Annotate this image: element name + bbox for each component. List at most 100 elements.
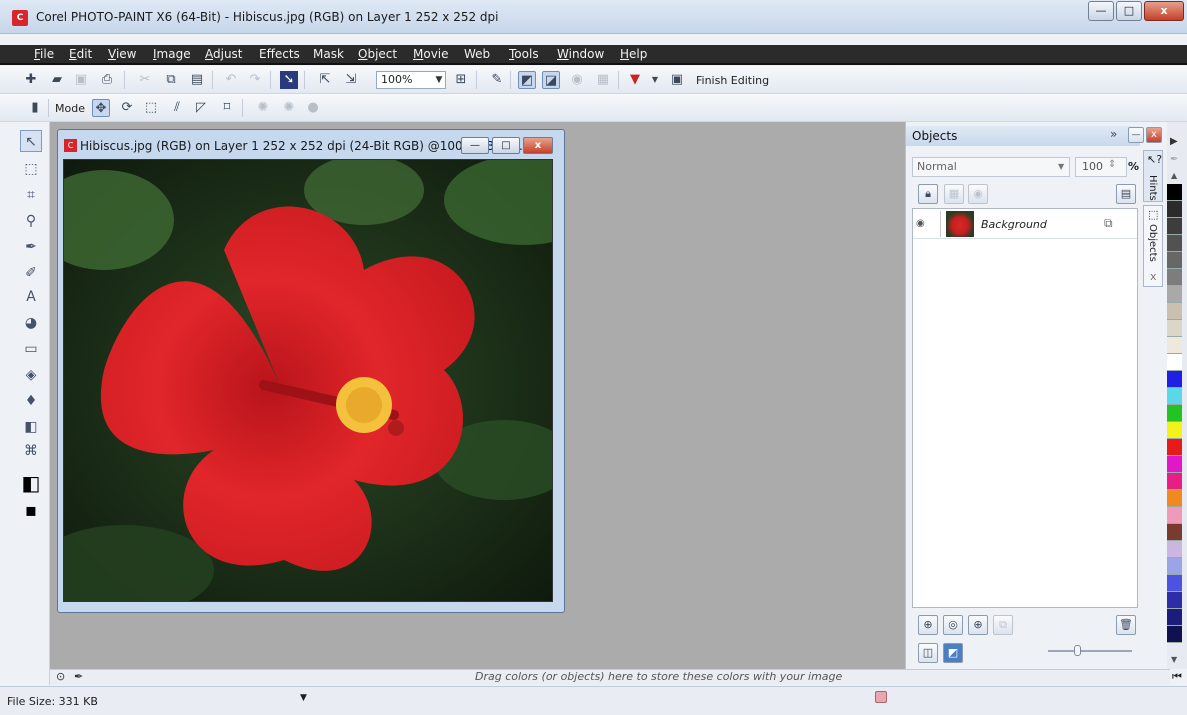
palette-swatch[interactable] [1167,201,1182,218]
menu-effects[interactable]: Effects [259,47,300,61]
new-document-icon[interactable]: ✚ [22,71,40,89]
menu-tools[interactable]: Tools [509,47,539,61]
new-lens-icon[interactable]: ◎ [943,615,963,635]
blend-mode-select[interactable]: Normal [912,157,1070,177]
palette-scroll-up-icon[interactable]: ▲ [1171,171,1177,180]
palette-swatch[interactable] [1167,320,1182,337]
menu-file[interactable]: File [34,47,54,61]
eye-icon[interactable]: ◉ [916,218,928,230]
export-icon[interactable]: ⇱ [316,71,334,89]
close-button[interactable]: x [1144,1,1184,21]
cancel-transform-icon[interactable]: ● [304,99,322,117]
cut-icon[interactable]: ✂ [136,71,154,89]
application-launcher-icon[interactable]: ▼ [626,71,644,89]
color-swatches-icon[interactable]: ◧ [20,472,42,494]
palette-swatch[interactable] [1167,507,1182,524]
chevron-down-icon[interactable]: ▼ [432,71,446,89]
redo-icon[interactable]: ↷ [246,71,264,89]
fill-tool-icon[interactable]: ◈ [20,364,42,386]
menu-window[interactable]: Window [557,47,604,61]
opacity-stepper-icon[interactable]: ⇕ [1108,159,1116,170]
paint-tool-icon[interactable]: ♦ [20,390,42,412]
palette-swatch[interactable] [1167,269,1182,286]
menu-web[interactable]: Web [464,47,490,61]
layer-properties-icon[interactable]: ⧉ [1104,216,1113,231]
distort-mode-icon[interactable]: ◸ [192,99,210,117]
corel-photopaint-icon[interactable]: C [12,10,28,26]
palette-swatch[interactable] [1167,609,1182,626]
new-object-icon[interactable]: ⊕ [918,615,938,635]
image-canvas[interactable] [63,159,553,602]
mask-overlay-icon[interactable]: ◉ [568,71,586,89]
import-icon[interactable]: ➘ [280,71,298,89]
print-icon[interactable]: ⎙ [98,71,116,89]
rectangle-tool-icon[interactable]: ▭ [20,338,42,360]
reset-transform-icon[interactable]: ✺ [280,99,298,117]
tray-flyout-icon[interactable]: ⊙ [56,670,65,683]
minimize-button[interactable]: — [1088,1,1114,21]
palette-swatch[interactable] [1167,371,1182,388]
menu-edit[interactable]: Edit [69,47,92,61]
lock-pixels-icon[interactable]: ◉ [968,184,988,204]
docker-close-button[interactable]: x [1146,127,1162,143]
zoom-tool-icon[interactable]: ⚲ [20,210,42,232]
palette-swatch[interactable] [1167,456,1182,473]
tray-end-icon[interactable]: ⏮ [1172,670,1182,684]
docker-minimize-button[interactable]: — [1128,127,1144,143]
menu-view[interactable]: View [108,47,136,61]
publish-icon[interactable]: ⇲ [342,71,360,89]
palette-scroll-down-icon[interactable]: ▼ [1171,655,1177,664]
palette-swatch[interactable] [1167,626,1182,643]
chevron-down-icon[interactable]: ▼ [300,693,307,703]
menu-image[interactable]: Image [153,47,191,61]
palette-swatch[interactable] [1167,303,1182,320]
crop-tool-icon[interactable]: ⌗ [20,184,42,206]
palette-swatch[interactable] [1167,252,1182,269]
scale-mode-icon[interactable]: ⬚ [142,99,160,117]
lock-icon[interactable]: 🔒︎ [918,184,938,204]
finish-editing-icon[interactable]: ▣ [668,71,686,89]
drop-shadow-tool-icon[interactable]: ⌘ [20,440,42,462]
palette-swatch[interactable] [1167,286,1182,303]
layer-name[interactable]: Background [981,218,1047,231]
open-icon[interactable]: ▰ [48,71,66,89]
menu-mask[interactable]: Mask [313,47,344,61]
palette-flyout-icon[interactable]: ▶ [1170,136,1178,147]
color-proof-indicator-icon[interactable] [875,691,887,703]
chevron-down-icon[interactable]: ▼ [1058,157,1070,177]
menu-help[interactable]: Help [620,47,647,61]
object-mask-icon[interactable]: ◫ [918,643,938,663]
docker-expand-icon[interactable]: » [1110,127,1117,141]
palette-swatch[interactable] [1167,558,1182,575]
slider-handle[interactable] [1074,645,1081,656]
pick-tool-icon[interactable]: ↖ [20,130,42,152]
finish-editing-button[interactable]: Finish Editing [696,74,769,87]
palette-swatch[interactable] [1167,490,1182,507]
effect-tool-icon[interactable]: ◧ [20,416,42,438]
menu-movie[interactable]: Movie [413,47,449,61]
doc-close-button[interactable]: x [523,137,553,154]
perspective-mode-icon[interactable]: ⌑ [218,99,236,117]
show-mask-icon[interactable]: ◪ [542,71,560,89]
palette-swatch[interactable] [1167,592,1182,609]
palette-eyedropper-icon[interactable]: ✒ [1170,154,1178,165]
mask-color-icon[interactable]: ▪ [20,500,42,522]
rectangle-mask-tool-icon[interactable]: ⬚ [20,158,42,180]
palette-swatch[interactable] [1167,184,1182,201]
position-mode-icon[interactable]: ✥ [92,99,110,117]
save-icon[interactable]: ▣ [72,71,90,89]
maximize-button[interactable]: □ [1116,1,1142,21]
copy-icon[interactable]: ⧉ [162,71,180,89]
chevron-down-icon[interactable]: ▼ [646,71,664,89]
show-objects-icon[interactable]: ◩ [518,71,536,89]
palette-swatch[interactable] [1167,337,1182,354]
docker-options-icon[interactable]: ▤ [1116,184,1136,204]
apply-transform-icon[interactable]: ✺ [254,99,272,117]
undo-icon[interactable]: ↶ [222,71,240,89]
palette-swatch[interactable] [1167,524,1182,541]
combine-objects-icon[interactable]: ⧉ [993,615,1013,635]
palette-swatch[interactable] [1167,354,1182,371]
doc-minimize-button[interactable]: — [461,137,489,154]
opacity-input[interactable]: 100 [1075,157,1127,177]
eraser-tool-icon[interactable]: ✐ [20,262,42,284]
